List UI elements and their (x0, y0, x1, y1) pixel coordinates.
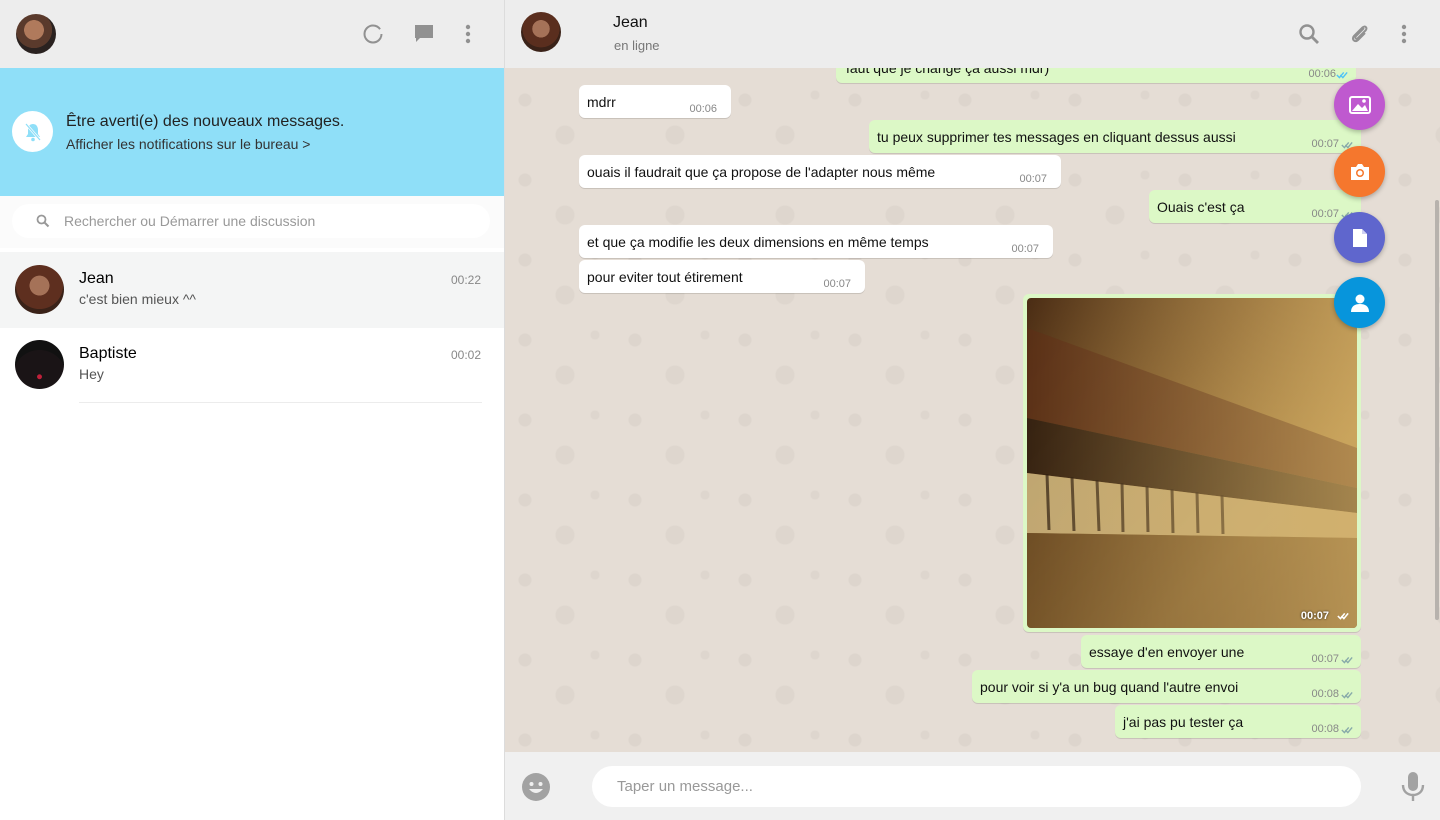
camera-icon (1350, 163, 1369, 180)
message-text: tu peux supprimer tes messages en cliqua… (877, 129, 1236, 145)
message-time: 00:08 (1311, 688, 1339, 700)
scrollbar[interactable] (1435, 200, 1439, 620)
message-text: ouais il faudrait que ça propose de l'ad… (587, 164, 936, 180)
avatar[interactable] (16, 14, 56, 54)
menu-icon[interactable] (456, 22, 480, 46)
message-time: 00:07 (1011, 243, 1039, 255)
message-text: et que ça modifie les deux dimensions en… (587, 234, 929, 250)
chat-header: Jean en ligne (505, 0, 1440, 68)
contact-name: Jean (79, 270, 114, 287)
search-input[interactable] (64, 204, 474, 238)
message-text: essaye d'en envoyer une (1089, 644, 1245, 660)
contact-last-message: c'est bien mieux ^^ (79, 291, 196, 307)
attach-gallery-button[interactable] (1334, 79, 1385, 130)
message-image[interactable]: 00:07 (1023, 294, 1361, 632)
chat-contact-name[interactable]: Jean (613, 14, 648, 32)
bell-off-icon (12, 111, 53, 152)
attach-document-button[interactable] (1334, 212, 1385, 263)
message-time: 00:07 (1300, 610, 1329, 622)
message-incoming[interactable]: mdrr 00:06 (579, 85, 731, 118)
message-incoming[interactable]: ouais il faudrait que ça propose de l'ad… (579, 155, 1061, 188)
avatar (15, 265, 64, 314)
read-check-icon (1337, 612, 1349, 620)
image-icon (1348, 95, 1371, 114)
message-text: pour eviter tout étirement (587, 269, 743, 285)
enable-notifications-link[interactable]: Afficher les notifications sur le bureau… (66, 136, 311, 152)
attach-icon[interactable] (1348, 22, 1372, 46)
message-outgoing[interactable]: tu peux supprimer tes messages en cliqua… (869, 120, 1361, 153)
message-list[interactable]: faut que je change ça aussi mdr) 00:06 m… (505, 0, 1440, 752)
contact-time: 00:02 (450, 348, 481, 362)
chat-pane: faut que je change ça aussi mdr) 00:06 m… (505, 0, 1440, 820)
sidebar: Être averti(e) des nouveaux messages. Af… (0, 0, 505, 820)
message-time: 00:06 (1308, 68, 1336, 80)
message-input[interactable] (592, 766, 1361, 807)
status-icon[interactable] (361, 22, 385, 46)
read-check-icon (1336, 71, 1348, 79)
menu-icon[interactable] (1392, 22, 1416, 46)
avatar (15, 340, 64, 389)
message-time: 00:07 (1019, 173, 1047, 185)
document-icon (1352, 228, 1367, 247)
notification-title: Être averti(e) des nouveaux messages. (66, 113, 345, 130)
search-icon[interactable] (1297, 22, 1321, 46)
composer (505, 752, 1440, 820)
contact-baptiste[interactable]: Baptiste 00:02 Hey (0, 327, 504, 403)
notification-banner: Être averti(e) des nouveaux messages. Af… (0, 68, 504, 196)
message-incoming[interactable]: pour eviter tout étirement 00:07 (579, 260, 865, 293)
message-outgoing[interactable]: j'ai pas pu tester ça 00:08 (1115, 705, 1361, 738)
message-time: 00:06 (689, 103, 717, 115)
search-bar (0, 196, 504, 248)
message-outgoing[interactable]: Ouais c'est ça 00:07 (1149, 190, 1361, 223)
new-chat-icon[interactable] (412, 22, 436, 46)
message-text: j'ai pas pu tester ça (1123, 714, 1244, 730)
read-check-icon (1341, 691, 1353, 699)
attach-contact-button[interactable] (1334, 277, 1385, 328)
contact-name: Baptiste (79, 345, 137, 362)
mic-icon[interactable] (1400, 771, 1426, 808)
divider (79, 402, 482, 403)
search-box (12, 204, 490, 238)
message-text: mdrr (587, 94, 616, 110)
attach-camera-button[interactable] (1334, 146, 1385, 197)
message-time: 00:07 (823, 278, 851, 290)
message-text: pour voir si y'a un bug quand l'autre en… (980, 679, 1239, 695)
message-time: 00:07 (1311, 653, 1339, 665)
contact-last-message: Hey (79, 366, 104, 382)
emoji-icon[interactable] (521, 772, 551, 807)
contact-time: 00:22 (450, 273, 481, 287)
search-icon (36, 214, 50, 233)
piano-keys-photo[interactable]: 00:07 (1027, 298, 1357, 628)
contact-icon (1350, 294, 1369, 312)
read-check-icon (1341, 656, 1353, 664)
message-incoming[interactable]: et que ça modifie les deux dimensions en… (579, 225, 1053, 258)
message-outgoing[interactable]: essaye d'en envoyer une 00:07 (1081, 635, 1361, 668)
avatar[interactable] (521, 12, 561, 52)
message-time: 00:07 (1311, 208, 1339, 220)
read-check-icon (1341, 726, 1353, 734)
message-time: 00:08 (1311, 723, 1339, 735)
contact-jean[interactable]: Jean 00:22 c'est bien mieux ^^ (0, 252, 504, 328)
message-text: Ouais c'est ça (1157, 199, 1245, 215)
message-time: 00:07 (1311, 138, 1339, 150)
chat-contact-status: en ligne (614, 38, 660, 53)
message-outgoing[interactable]: pour voir si y'a un bug quand l'autre en… (972, 670, 1361, 703)
sidebar-header (0, 0, 504, 68)
